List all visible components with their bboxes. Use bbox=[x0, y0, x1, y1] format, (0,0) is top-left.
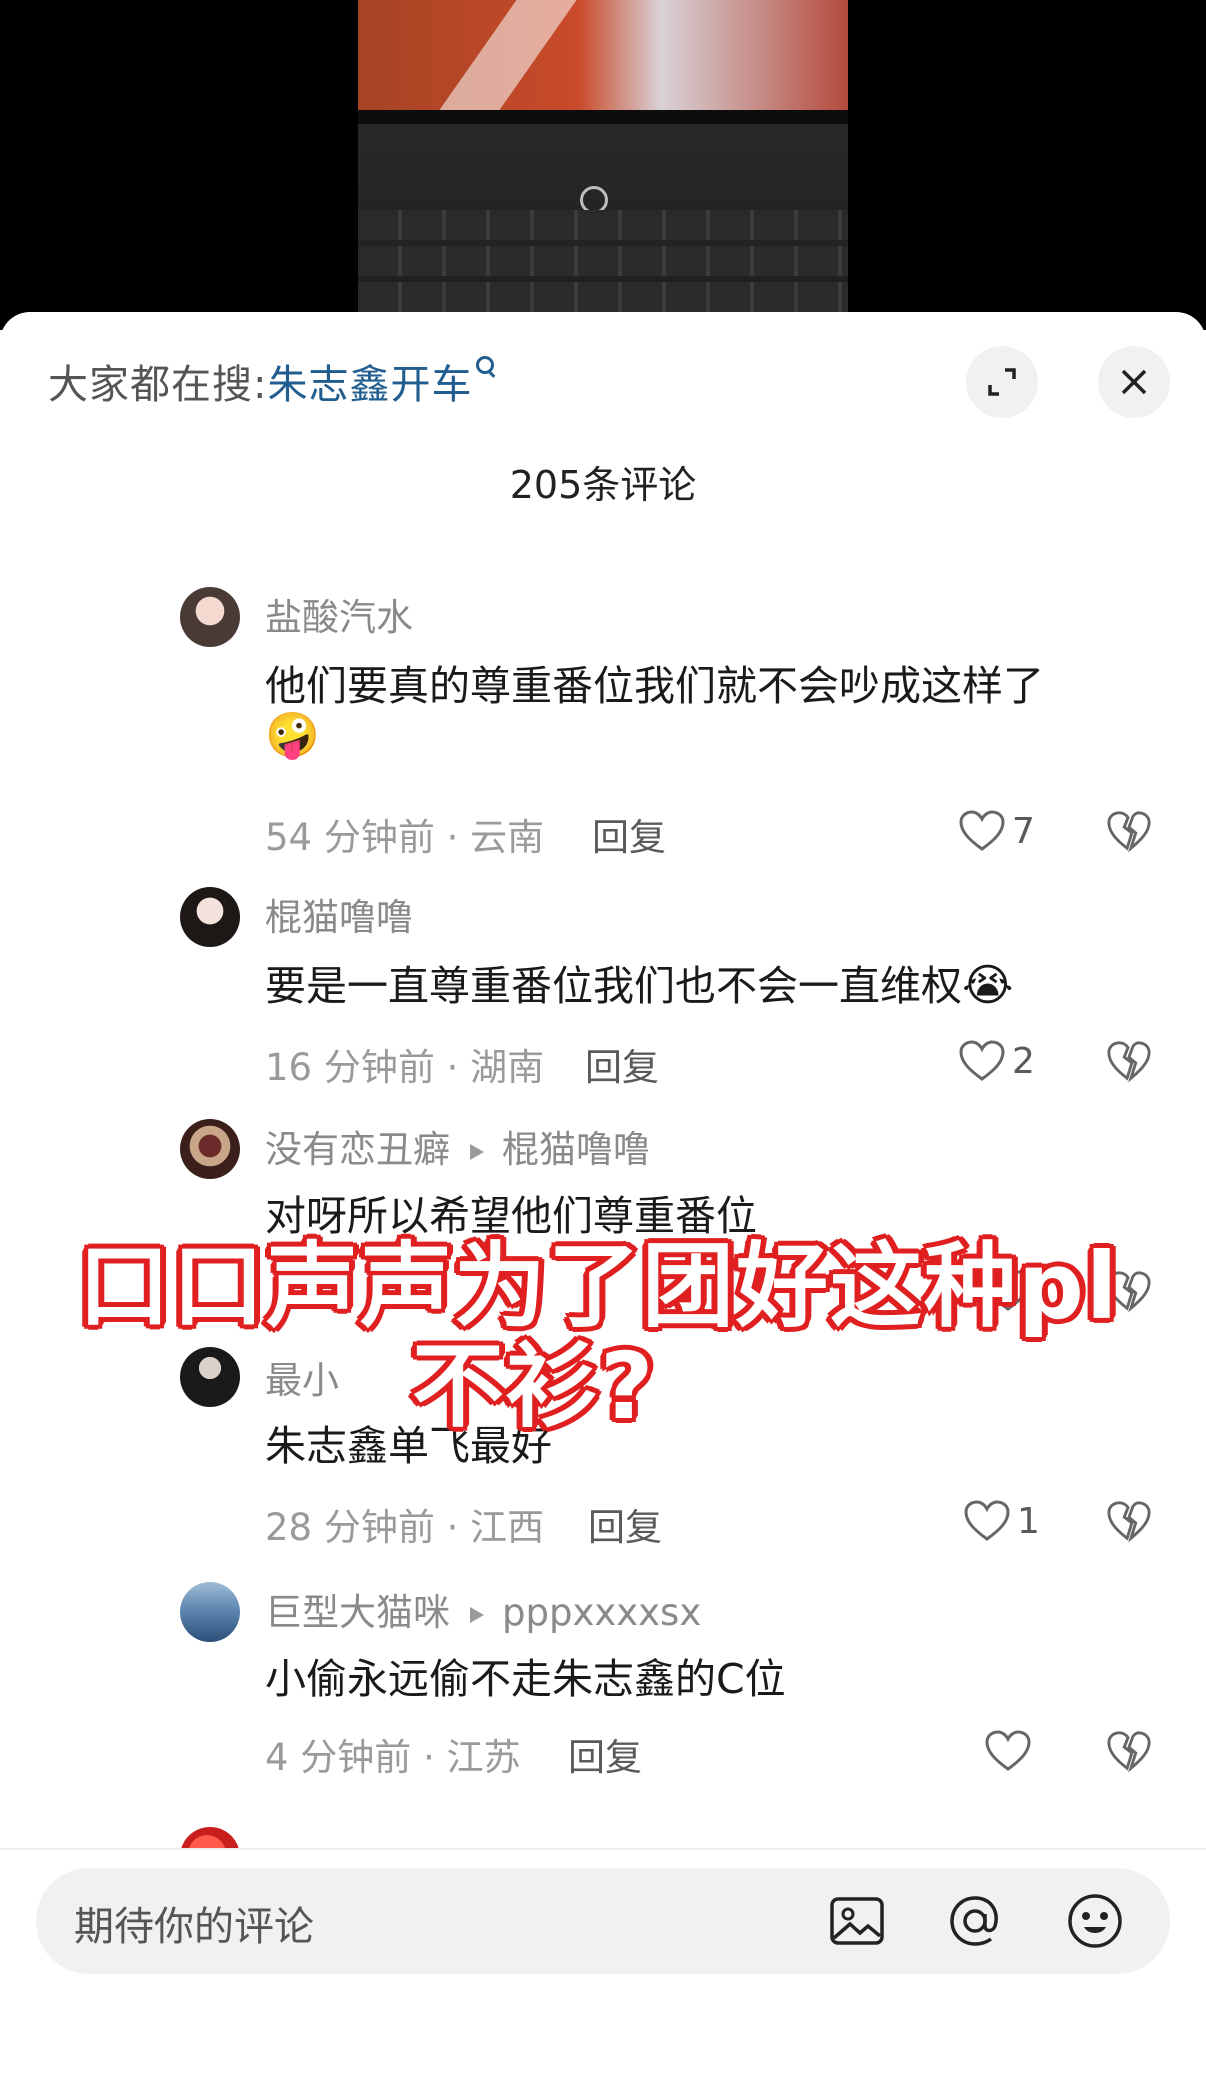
comment-text-body: 要是一直尊重番位我们也不会一直维权 bbox=[265, 962, 962, 1010]
laptop-bezel bbox=[358, 110, 848, 124]
username-text: 棍猫噜噜 bbox=[265, 896, 413, 939]
dislike-button[interactable] bbox=[1106, 1729, 1152, 1777]
broken-heart-icon bbox=[1107, 1501, 1151, 1543]
broken-heart-icon bbox=[1107, 811, 1151, 853]
broken-heart-icon bbox=[1107, 1041, 1151, 1083]
crying-emoji: 😭 bbox=[962, 960, 1014, 1011]
avatar[interactable] bbox=[180, 587, 240, 647]
comments-sheet: 大家都在搜:朱志鑫开车 205条评论 盐酸汽水 他们要真的尊重番位我们就不会吵成… bbox=[0, 312, 1206, 2094]
video-frame bbox=[358, 0, 848, 330]
avatar[interactable] bbox=[180, 1347, 240, 1407]
avatar[interactable] bbox=[180, 1119, 240, 1179]
close-icon bbox=[1121, 369, 1147, 395]
like-button[interactable]: 1 bbox=[963, 1499, 1040, 1543]
comment-username[interactable]: 棍猫噜噜 bbox=[265, 887, 413, 941]
search-suggestion-keyword[interactable]: 朱志鑫开车 bbox=[267, 362, 472, 408]
comment-username[interactable]: 巨型大猫咪 pppxxxxsx bbox=[265, 1582, 701, 1636]
broken-heart-icon bbox=[1107, 1731, 1151, 1773]
comment-list[interactable]: 盐酸汽水 他们要真的尊重番位我们就不会吵成这样了 🤪 54 分钟前 · 云南 回… bbox=[0, 527, 1206, 1857]
keyboard-row bbox=[358, 210, 848, 240]
like-button[interactable] bbox=[984, 1729, 1032, 1773]
comment-username[interactable]: 没有恋丑癖 棍猫噜噜 bbox=[265, 1119, 650, 1173]
username-text: 盐酸汽水 bbox=[265, 596, 413, 639]
reply-button[interactable]: 回复 bbox=[568, 1727, 642, 1781]
at-icon[interactable] bbox=[944, 1890, 1006, 1952]
comment-time-location: 28 分钟前 · 江西 bbox=[265, 1506, 545, 1549]
heart-icon bbox=[964, 1500, 1010, 1541]
heart-icon bbox=[959, 1040, 1005, 1081]
username-text: 最小 bbox=[265, 1359, 339, 1402]
comment-text: 他们要真的尊重番位我们就不会吵成这样了 bbox=[265, 662, 1044, 710]
dislike-button[interactable] bbox=[1106, 809, 1152, 857]
close-button[interactable] bbox=[1098, 346, 1170, 418]
reply-button[interactable]: 回复 bbox=[588, 1497, 662, 1551]
comment-input[interactable]: 期待你的评论 bbox=[36, 1868, 1170, 1974]
like-button[interactable]: 7 bbox=[958, 809, 1035, 853]
image-icon[interactable] bbox=[826, 1890, 888, 1952]
reply-button[interactable]: 回复 bbox=[585, 1037, 659, 1091]
keyboard-row bbox=[358, 282, 848, 312]
username-text: 巨型大猫咪 bbox=[265, 1591, 450, 1634]
comment-input-placeholder: 期待你的评论 bbox=[74, 1904, 314, 1950]
like-count: 7 bbox=[1012, 810, 1035, 852]
comment-text: 小偷永远偷不走朱志鑫的C位 bbox=[265, 1655, 786, 1703]
comment-text: 要是一直尊重番位我们也不会一直维权😭 bbox=[265, 952, 1013, 1012]
comment-username[interactable]: 盐酸汽水 bbox=[265, 587, 413, 641]
dislike-button[interactable] bbox=[1106, 1039, 1152, 1087]
like-button[interactable]: 2 bbox=[958, 1039, 1035, 1083]
reply-arrow-icon bbox=[470, 1606, 484, 1623]
reply-to-username: 棍猫噜噜 bbox=[502, 1128, 650, 1171]
dislike-button[interactable] bbox=[1106, 1499, 1152, 1547]
comment-time-location: 16 分钟前 · 湖南 bbox=[265, 1046, 545, 1089]
like-count: 2 bbox=[1012, 1040, 1035, 1082]
username-text: 没有恋丑癖 bbox=[265, 1128, 450, 1171]
heart-icon bbox=[959, 810, 1005, 851]
search-suggestion[interactable]: 大家都在搜:朱志鑫开车 bbox=[48, 352, 498, 410]
video-player[interactable] bbox=[0, 0, 1206, 330]
smiley-icon[interactable] bbox=[1064, 1890, 1126, 1952]
comment-time-location: 4 分钟前 · 江苏 bbox=[265, 1736, 521, 1779]
search-suggestion-prefix: 大家都在搜: bbox=[48, 362, 268, 408]
avatar[interactable] bbox=[180, 887, 240, 947]
heart-icon bbox=[985, 1730, 1031, 1771]
like-count: 1 bbox=[1017, 1500, 1040, 1542]
comment-emoji-line: 🤪 bbox=[265, 709, 320, 761]
overlay-caption-line2: 不衫? bbox=[412, 1333, 656, 1440]
comment-count-title: 205条评论 bbox=[509, 463, 697, 507]
avatar[interactable] bbox=[180, 1582, 240, 1642]
comment-username[interactable]: 最小 bbox=[265, 1350, 339, 1404]
comment-time-location: 54 分钟前 · 云南 bbox=[265, 816, 545, 859]
expand-button[interactable] bbox=[966, 346, 1038, 418]
reply-button[interactable]: 回复 bbox=[592, 807, 666, 861]
search-icon bbox=[476, 352, 498, 378]
tongue-emoji: 🤪 bbox=[265, 710, 320, 761]
expand-icon bbox=[988, 368, 1016, 396]
keyboard-row bbox=[358, 246, 848, 276]
comment-input-bar: 期待你的评论 bbox=[0, 1848, 1206, 2096]
reply-arrow-icon bbox=[470, 1143, 484, 1160]
reply-to-username: pppxxxxsx bbox=[502, 1591, 702, 1634]
video-screen bbox=[358, 0, 848, 110]
